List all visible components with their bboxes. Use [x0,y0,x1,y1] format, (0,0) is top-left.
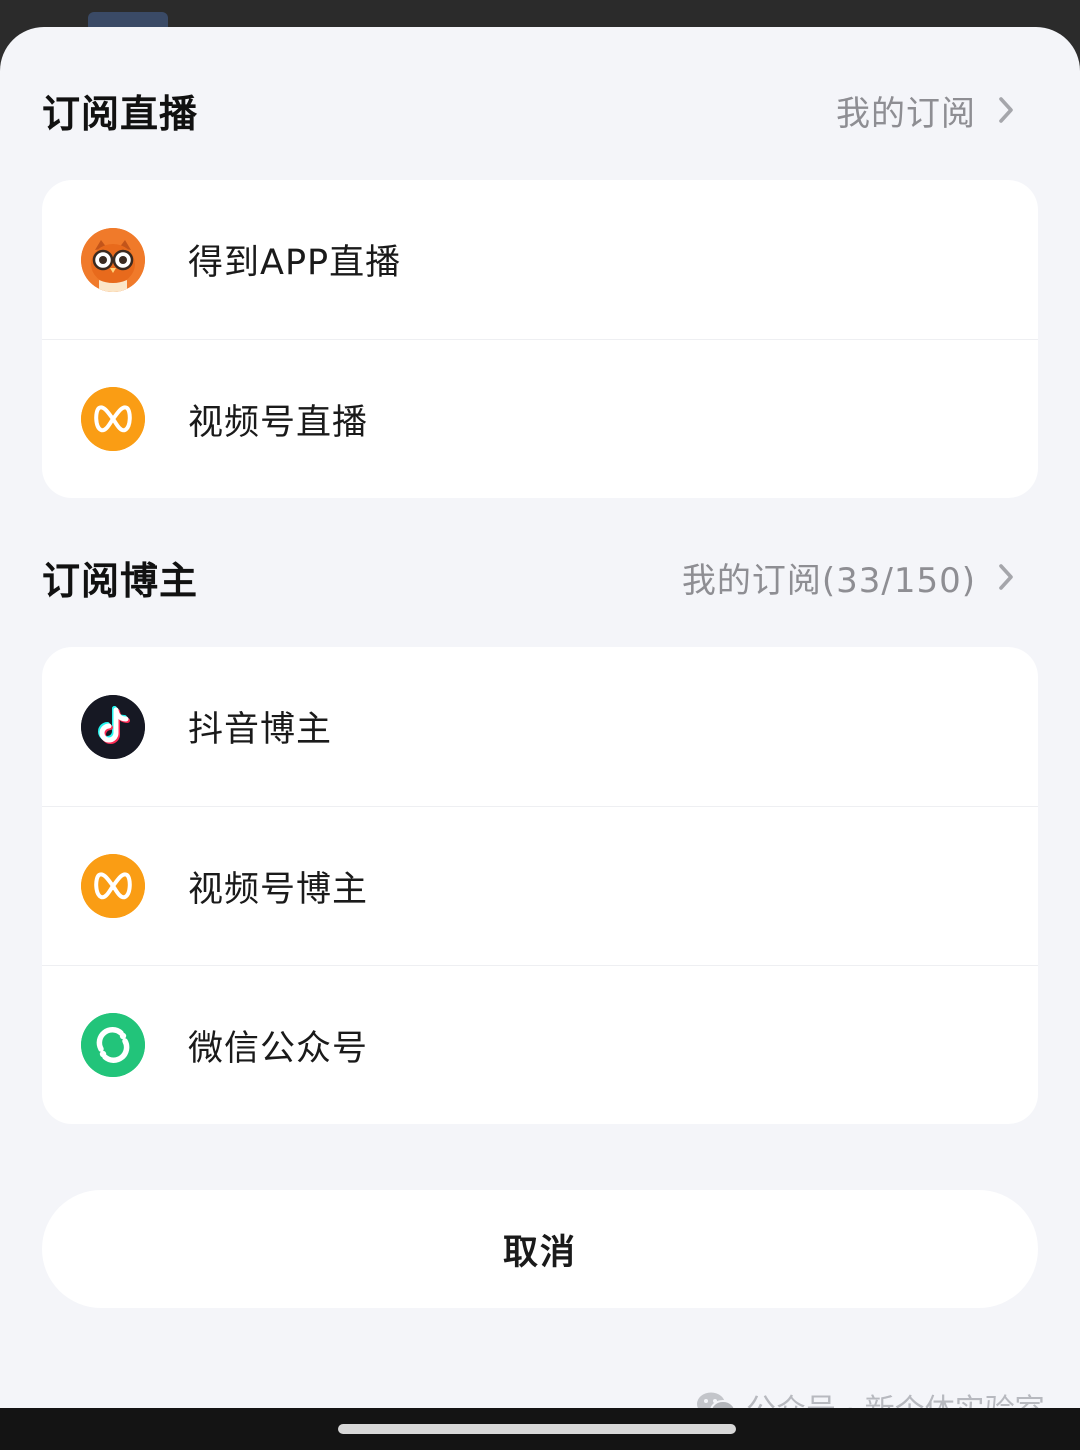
list-item-label: 视频号直播 [188,402,369,443]
dedao-owl-icon [81,227,145,292]
my-live-subscriptions-label: 我的订阅 [836,93,976,134]
live-subscription-card: 得到APP直播 视频号直播 [42,180,1038,498]
creator-subscription-card: 抖音博主 视频号博主 微信公众号 [42,647,1038,1124]
list-item-douyin-creator[interactable]: 抖音博主 [42,647,1038,806]
my-creator-subscriptions-label: 我的订阅(33/150) [681,560,976,601]
chevron-right-icon [999,97,1013,123]
watermark: 公众号 · 新个体实验室 [696,1385,1045,1408]
home-indicator[interactable] [338,1424,736,1434]
chevron-right-icon [999,564,1013,590]
list-item-official-account[interactable]: 微信公众号 [42,965,1038,1124]
my-creator-subscriptions-link[interactable]: 我的订阅(33/150) [682,553,1022,602]
subscribe-bottom-sheet: 订阅直播 我的订阅 得到APP直播 视频号直播 订阅博主 我的订阅(33/150… [0,27,1080,1408]
official-account-icon [81,1013,145,1077]
live-section-title: 订阅直播 [42,91,199,136]
list-item-dedao-live[interactable]: 得到APP直播 [42,180,1038,339]
list-item-label: 微信公众号 [188,1028,369,1069]
channels-icon [81,387,145,451]
watermark-text: 公众号 · 新个体实验室 [746,1385,1045,1408]
wechat-icon [697,1392,736,1408]
list-item-label: 视频号博主 [188,869,369,910]
my-live-subscriptions-link[interactable]: 我的订阅 [836,86,1022,135]
cancel-button[interactable]: 取消 [42,1190,1038,1308]
list-item-label: 抖音博主 [188,710,333,750]
creators-section-title: 订阅博主 [42,558,199,603]
list-item-channels-live[interactable]: 视频号直播 [42,339,1038,498]
list-item-channels-creator[interactable]: 视频号博主 [42,806,1038,965]
list-item-label: 得到APP直播 [188,243,402,283]
douyin-icon [81,694,145,759]
creators-section-header: 订阅博主 我的订阅(33/150) [42,547,1022,607]
channels-icon [81,854,145,918]
system-navigation-bar [0,1408,1080,1450]
live-section-header: 订阅直播 我的订阅 [42,80,1022,140]
